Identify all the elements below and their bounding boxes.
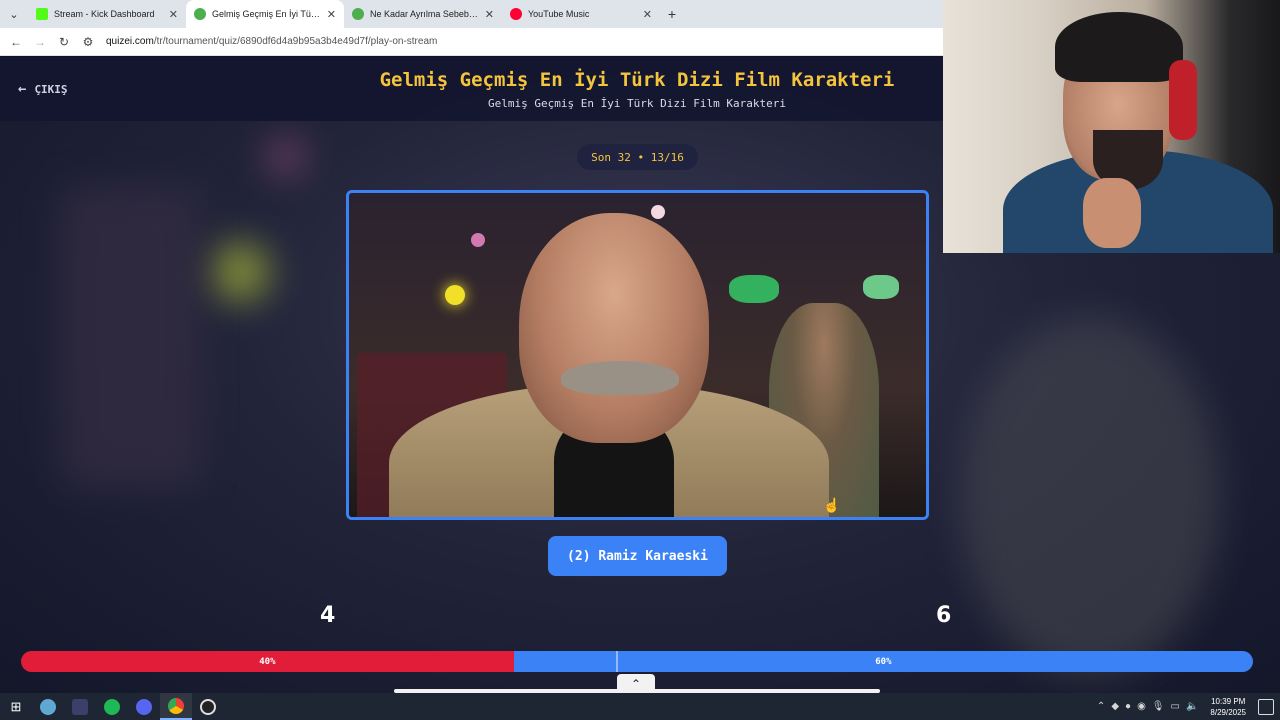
windows-start-icon[interactable]: ⊞ xyxy=(0,693,32,720)
close-tab-icon[interactable]: ✕ xyxy=(643,8,652,21)
forward-arrow-icon[interactable]: → xyxy=(30,32,50,52)
clock-date: 8/29/2025 xyxy=(1210,707,1246,717)
app-icon[interactable] xyxy=(32,693,64,720)
person-face xyxy=(519,213,709,443)
browser-tab-youtube-music[interactable]: YouTube Music ✕ xyxy=(502,0,660,28)
background-light xyxy=(445,285,465,305)
notification-icon[interactable] xyxy=(1258,698,1274,715)
background-light xyxy=(729,275,779,303)
vote-bar-left: 40% xyxy=(21,651,514,672)
tab-title: YouTube Music xyxy=(528,9,590,19)
quizei-icon xyxy=(352,8,364,20)
network-icon[interactable]: ▭ xyxy=(1171,701,1180,712)
browser-tab-quiz[interactable]: Gelmiş Geçmiş En İyi Türk Dizi ✕ xyxy=(186,0,344,28)
person-mustache xyxy=(561,361,679,395)
obs-icon[interactable] xyxy=(192,693,224,720)
quiz-header: ← ÇIKIŞ Gelmiş Geçmiş En İyi Türk Dizi F… xyxy=(0,57,943,121)
back-arrow-icon[interactable]: ← xyxy=(6,32,26,52)
tab-title: Stream - Kick Dashboard xyxy=(54,9,155,19)
exit-label: ÇIKIŞ xyxy=(34,82,68,96)
candidate-photo: ☝ xyxy=(349,193,926,517)
discord-icon[interactable] xyxy=(128,693,160,720)
background-light xyxy=(863,275,899,299)
background-figure xyxy=(960,317,1220,677)
chevron-up-icon[interactable]: ⌃ xyxy=(617,674,655,693)
tab-search-chevron-icon[interactable]: ⌄ xyxy=(0,0,28,28)
browser-tab-quiz-2[interactable]: Ne Kadar Ayrılma Sebebi?? #1 ✕ xyxy=(344,0,502,28)
close-tab-icon[interactable]: ✕ xyxy=(169,8,178,21)
quizei-icon xyxy=(194,8,206,20)
chevron-up-icon[interactable]: ⌃ xyxy=(1097,701,1105,712)
system-tray: ⌃ ◆ ● ◉ 🎙 ▭ 🔈 10:39 PM 8/29/2025 xyxy=(1097,693,1280,720)
right-vote-count: 6 xyxy=(936,603,952,628)
clock-time: 10:39 PM xyxy=(1211,696,1246,706)
chrome-icon[interactable] xyxy=(160,693,192,720)
choice-button[interactable]: (2) Ramiz Karaeski xyxy=(548,536,727,576)
url-field[interactable]: quizei.com/tr/tournament/quiz/6890df6d4a… xyxy=(106,36,437,47)
exit-button[interactable]: ← ÇIKIŞ xyxy=(18,81,68,97)
tab-title: Ne Kadar Ayrılma Sebebi?? #1 xyxy=(370,9,479,19)
headset-icon xyxy=(1169,60,1197,140)
quiz-title: Gelmiş Geçmiş En İyi Türk Dizi Film Kara… xyxy=(379,69,895,91)
tray-app-icon[interactable]: ● xyxy=(1125,701,1131,712)
background-light xyxy=(471,233,485,247)
tray-app-icon[interactable]: ◆ xyxy=(1111,701,1119,712)
windows-taskbar: ⊞ ⌃ ◆ ● ◉ 🎙 ▭ 🔈 10:39 PM 8/29/2025 xyxy=(0,693,1280,720)
url-host: quizei.com xyxy=(106,36,154,47)
url-path: /tr/tournament/quiz/6890df6d4a9b95a3b4e4… xyxy=(153,36,438,47)
microphone-icon[interactable]: 🎙 xyxy=(1152,701,1165,712)
background-light xyxy=(60,187,200,487)
close-tab-icon[interactable]: ✕ xyxy=(327,8,336,21)
vote-bar-center-marker xyxy=(616,651,618,672)
system-clock[interactable]: 10:39 PM 8/29/2025 xyxy=(1210,696,1246,718)
webcam-overlay xyxy=(943,0,1280,253)
site-info-icon[interactable]: ⚙ xyxy=(78,32,98,52)
speaker-icon[interactable]: 🔈 xyxy=(1186,701,1198,712)
kick-icon xyxy=(36,8,48,20)
close-tab-icon[interactable]: ✕ xyxy=(485,8,494,21)
new-tab-plus-icon[interactable]: + xyxy=(660,6,684,22)
tab-title: Gelmiş Geçmiş En İyi Türk Dizi xyxy=(212,9,321,19)
reload-icon[interactable]: ↻ xyxy=(54,32,74,52)
browser-tab-kick[interactable]: Stream - Kick Dashboard ✕ xyxy=(28,0,186,28)
round-indicator: Son 32 • 13/16 xyxy=(577,144,698,170)
tray-app-icon[interactable]: ◉ xyxy=(1137,701,1146,712)
streamer-hair xyxy=(1055,12,1183,82)
youtube-music-icon xyxy=(510,8,522,20)
hand-cursor-icon: ☝ xyxy=(823,497,841,513)
background-light xyxy=(268,139,304,175)
candidate-image[interactable]: ☝ xyxy=(346,190,929,520)
app-icon[interactable] xyxy=(64,693,96,720)
left-vote-count: 4 xyxy=(320,603,336,628)
background-light xyxy=(210,242,270,302)
arrow-left-icon: ← xyxy=(18,81,27,97)
vote-bar-right: 60% xyxy=(513,651,1253,672)
vote-bar: 40% 60% xyxy=(21,651,1253,672)
spotify-icon[interactable] xyxy=(96,693,128,720)
streamer-hand xyxy=(1083,178,1141,248)
background-light xyxy=(651,205,665,219)
quiz-subtitle: Gelmiş Geçmiş En İyi Türk Dizi Film Kara… xyxy=(487,97,786,110)
